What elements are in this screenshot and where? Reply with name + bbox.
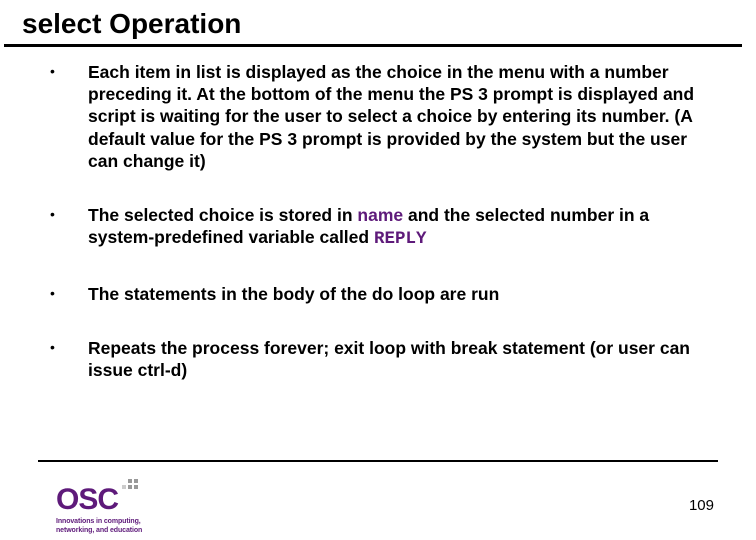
bullet-text: Repeats the process forever; exit loop w… (88, 337, 716, 381)
bullet-marker: • (50, 283, 88, 305)
bullet-text: The selected choice is stored in name an… (88, 204, 716, 250)
bullet-marker: • (50, 337, 88, 381)
svg-text:OSC: OSC (56, 483, 118, 516)
list-item: • Repeats the process forever; exit loop… (50, 337, 716, 381)
osc-logo-icon: OSC (56, 477, 146, 517)
slide-body: • Each item in list is displayed as the … (0, 47, 756, 381)
bullet-text: The statements in the body of the do loo… (88, 283, 716, 305)
logo-tagline-2: networking, and education (56, 527, 152, 534)
keyword-name: name (357, 205, 403, 225)
keyword-reply: REPLY (374, 229, 427, 249)
slide-title: select Operation (4, 0, 742, 47)
bullet-marker: • (50, 204, 88, 250)
list-item: • The statements in the body of the do l… (50, 283, 716, 305)
bullet-text: Each item in list is displayed as the ch… (88, 61, 716, 172)
osc-logo: OSC Innovations in computing, networking… (56, 477, 152, 534)
list-item: • The selected choice is stored in name … (50, 204, 716, 250)
page-number: 109 (689, 497, 714, 514)
footer-divider (38, 460, 718, 462)
list-item: • Each item in list is displayed as the … (50, 61, 716, 172)
bullet-marker: • (50, 61, 88, 172)
text-fragment: The selected choice is stored in (88, 205, 357, 225)
logo-tagline-1: Innovations in computing, (56, 518, 152, 525)
